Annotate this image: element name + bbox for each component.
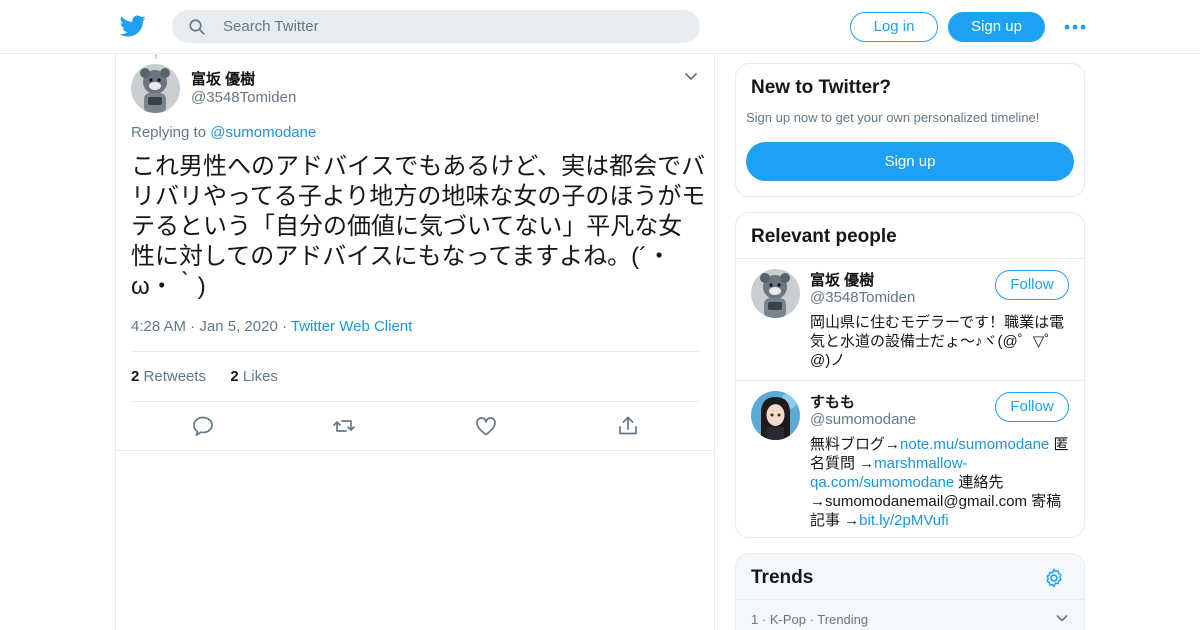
anime-girl-avatar-image	[751, 391, 800, 440]
replying-to: Replying to @sumomodane	[131, 124, 316, 141]
divider	[116, 450, 714, 451]
relevant-people-card: Relevant people 富坂 優樹 @3548Tomiden Follo…	[735, 212, 1085, 538]
retweets-label: Retweets	[143, 368, 207, 385]
like-icon[interactable]	[474, 414, 498, 438]
person-avatar[interactable]	[751, 391, 800, 440]
retweet-icon[interactable]	[332, 414, 356, 438]
divider	[131, 401, 699, 402]
trend-item-meta[interactable]: 1 · K-Pop · Trending	[751, 612, 868, 627]
likes-stat[interactable]: 2 Likes	[230, 368, 278, 385]
signup-card-button[interactable]: Sign up	[746, 142, 1074, 181]
follow-button[interactable]: Follow	[995, 270, 1069, 300]
trend-rank: 1	[751, 612, 759, 627]
person-name[interactable]: すもも	[810, 391, 855, 412]
bear-figure-avatar-image	[751, 269, 800, 318]
person-handle[interactable]: @3548Tomiden	[810, 289, 915, 306]
tweet-actions-bar	[116, 414, 714, 444]
thread-connector	[155, 54, 157, 59]
share-icon[interactable]	[616, 414, 640, 438]
relevant-people-title: Relevant people	[751, 226, 897, 247]
bear-figure-avatar-image	[131, 64, 180, 113]
top-navigation-bar: Search Twitter Log in Sign up	[0, 0, 1200, 54]
tweet-client-link[interactable]: Twitter Web Client	[291, 318, 412, 335]
likes-count: 2	[230, 368, 239, 385]
chevron-down-icon[interactable]	[1056, 614, 1068, 623]
tweet-metadata: 4:28 AM · Jan 5, 2020 · Twitter Web Clie…	[131, 318, 412, 335]
meta-dot: ·	[281, 318, 291, 335]
trend-status: Trending	[817, 612, 869, 627]
person-bio: 岡山県に住むモデラーです！職業は電気と水道の設備士だょ～♪ヾ(@゜▽゜@)ノ	[810, 314, 1065, 369]
likes-label: Likes	[242, 368, 278, 385]
person-handle[interactable]: @sumomodane	[810, 411, 916, 428]
trend-category: K-Pop	[769, 612, 806, 627]
replying-prefix: Replying to	[131, 124, 211, 141]
gear-icon[interactable]	[1043, 567, 1065, 589]
retweets-stat[interactable]: 2 Retweets	[131, 368, 206, 385]
search-bar[interactable]: Search Twitter	[172, 10, 700, 43]
signup-button[interactable]: Sign up	[948, 12, 1045, 42]
bio-link-note[interactable]: note.mu/sumomodane	[900, 436, 1049, 453]
meta-dot: ·	[761, 612, 770, 627]
person-bio: 無料ブログ→note.mu/sumomodane 匿名質問 →marshmall…	[810, 435, 1072, 530]
signup-card-subtitle: Sign up now to get your own personalized…	[746, 110, 1040, 125]
bio-text: 無料ブログ→	[810, 436, 901, 453]
tweet-stats: 2 Retweets 2 Likes	[131, 368, 278, 385]
divider	[131, 351, 699, 352]
person-avatar[interactable]	[751, 269, 800, 318]
meta-dot: ·	[190, 318, 200, 335]
signup-card-title: New to Twitter?	[751, 77, 892, 98]
person-name[interactable]: 富坂 優樹	[810, 269, 874, 290]
signup-card: New to Twitter? Sign up now to get your …	[735, 63, 1085, 197]
tweet-detail-column: 富坂 優樹 @3548Tomiden Replying to @sumomoda…	[115, 54, 715, 630]
login-button[interactable]: Log in	[850, 12, 938, 42]
bio-link-bitly[interactable]: bit.ly/2pMVufi	[859, 512, 948, 529]
author-handle[interactable]: @3548Tomiden	[191, 89, 296, 106]
trends-title: Trends	[751, 567, 814, 588]
retweets-count: 2	[131, 368, 140, 385]
follow-button[interactable]: Follow	[995, 392, 1069, 422]
tweet-time[interactable]: 4:28 AM	[131, 318, 186, 335]
person-item[interactable]: 富坂 優樹 @3548Tomiden Follow 岡山県に住むモデラーです！職…	[736, 259, 1084, 379]
trends-card: Trends 1 · K-Pop · Trending	[735, 553, 1085, 630]
author-avatar[interactable]	[131, 64, 180, 113]
divider	[736, 599, 1084, 600]
search-icon	[189, 19, 205, 35]
person-item[interactable]: すもも @sumomodane Follow 無料ブログ→note.mu/sum…	[736, 380, 1084, 537]
chevron-down-icon[interactable]	[684, 72, 698, 82]
tweet-date[interactable]: Jan 5, 2020	[199, 318, 277, 335]
replying-to-link[interactable]: @sumomodane	[210, 124, 316, 141]
tweet-text: これ男性へのアドバイスでもあるけど、実は都会でバリバリやってる子より地方の地味な…	[131, 153, 706, 300]
twitter-bird-icon[interactable]	[120, 13, 146, 39]
author-name[interactable]: 富坂 優樹	[191, 68, 255, 89]
search-input[interactable]: Search Twitter	[223, 18, 319, 35]
reply-icon[interactable]	[191, 414, 215, 438]
more-icon[interactable]	[1063, 19, 1087, 35]
